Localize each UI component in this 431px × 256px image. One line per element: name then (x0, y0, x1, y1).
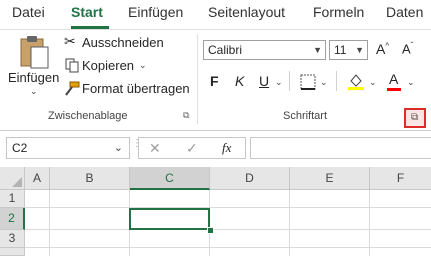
tab-datei[interactable]: Datei (12, 4, 45, 20)
tab-daten[interactable]: Daten (386, 4, 423, 20)
tab-start[interactable]: Start (71, 4, 103, 20)
scissors-icon: ✂ (64, 33, 76, 49)
format-painter-label: Format übertragen (82, 81, 190, 96)
enter-icon[interactable]: ✓ (186, 140, 198, 157)
cancel-icon[interactable]: ✕ (149, 140, 161, 157)
copy-label: Kopieren (82, 58, 135, 73)
group-separator (197, 34, 198, 124)
paste-dropdown-icon[interactable]: ⌄ (30, 86, 38, 97)
font-name-combo[interactable]: Calibri ▼ (203, 40, 326, 60)
tab-formeln[interactable]: Formeln (313, 4, 364, 20)
font-size-value: 11 (334, 43, 347, 57)
font-color-icon: A (389, 71, 399, 87)
gridline (25, 229, 431, 230)
copy-icon (65, 58, 79, 73)
gridline (25, 207, 431, 208)
clipboard-group-label: Zwischenablage (48, 110, 128, 122)
ribbon-bottom-border (0, 130, 431, 131)
cut-button[interactable]: ✂ Ausschneiden (64, 33, 194, 52)
copy-button[interactable]: Kopieren ⌄ (64, 57, 194, 75)
grow-font-icon[interactable]: A^ (376, 41, 389, 57)
row-header-2[interactable]: 2 (0, 208, 25, 230)
divider (289, 71, 290, 91)
font-size-combo[interactable]: 11 ▼ (329, 40, 368, 60)
font-group-label: Schriftart (283, 110, 328, 122)
column-header-a[interactable]: A (25, 167, 50, 190)
splitter-handle[interactable]: ⋮ (132, 139, 142, 155)
copy-dropdown-icon[interactable]: ⌄ (139, 60, 147, 71)
chevron-down-icon[interactable]: ▼ (313, 41, 322, 59)
font-name-value: Calibri (208, 43, 243, 57)
insert-function-icon[interactable]: fx (222, 140, 231, 156)
row-header-3[interactable]: 3 (0, 230, 25, 248)
column-header-d[interactable]: D (210, 167, 290, 190)
underline-button[interactable]: U (259, 73, 269, 89)
column-header-f[interactable]: F (370, 167, 431, 190)
paste-icon (20, 36, 49, 69)
formula-bar-buttons: ✕ ✓ fx (138, 137, 246, 159)
dialog-launcher-icon: ⧉ (411, 112, 419, 123)
underline-dropdown-icon[interactable]: ⌄ (275, 77, 283, 88)
fill-color-icon[interactable] (347, 72, 365, 90)
italic-button[interactable]: K (235, 73, 244, 89)
select-all-corner[interactable] (0, 167, 25, 190)
paste-button[interactable]: Einfügen ⌄ (8, 32, 60, 98)
fill-color-dropdown-icon[interactable]: ⌄ (369, 77, 377, 88)
column-header-c[interactable]: C (130, 167, 210, 190)
tab-seitenlayout[interactable]: Seitenlayout (208, 4, 285, 20)
active-cell-c2[interactable] (129, 208, 210, 230)
clipboard-launcher-icon[interactable]: ⧉ (183, 110, 189, 121)
chevron-down-icon[interactable]: ▼ (355, 41, 364, 59)
select-all-icon (12, 177, 22, 187)
row-header-1[interactable]: 1 (0, 190, 25, 208)
column-header-b[interactable]: B (50, 167, 130, 190)
chevron-down-icon[interactable]: ⌄ (114, 138, 123, 158)
borders-icon[interactable] (300, 74, 316, 90)
font-color-dropdown-icon[interactable]: ⌄ (407, 77, 415, 88)
name-box[interactable]: C2 ⌄ (6, 137, 130, 159)
gridline (25, 247, 431, 248)
shrink-font-icon[interactable]: Aˇ (402, 41, 413, 56)
tab-einfuegen[interactable]: Einfügen (128, 4, 183, 20)
bold-button[interactable]: F (210, 73, 219, 89)
brush-icon (65, 81, 80, 96)
font-color-button[interactable]: A (386, 71, 402, 91)
formula-input[interactable] (250, 137, 431, 159)
format-painter-button[interactable]: Format übertragen (64, 80, 194, 98)
divider (336, 71, 337, 91)
borders-dropdown-icon[interactable]: ⌄ (320, 77, 328, 88)
cut-label: Ausschneiden (82, 35, 164, 50)
font-dialog-launcher-highlight[interactable]: ⧉ (404, 108, 426, 128)
font-color-swatch (387, 88, 401, 91)
name-box-value: C2 (12, 141, 28, 155)
paste-label: Einfügen (8, 70, 60, 85)
ribbon-top-border (0, 29, 431, 30)
row-header-4[interactable] (0, 248, 25, 256)
fill-handle[interactable] (207, 227, 214, 234)
column-header-e[interactable]: E (290, 167, 370, 190)
